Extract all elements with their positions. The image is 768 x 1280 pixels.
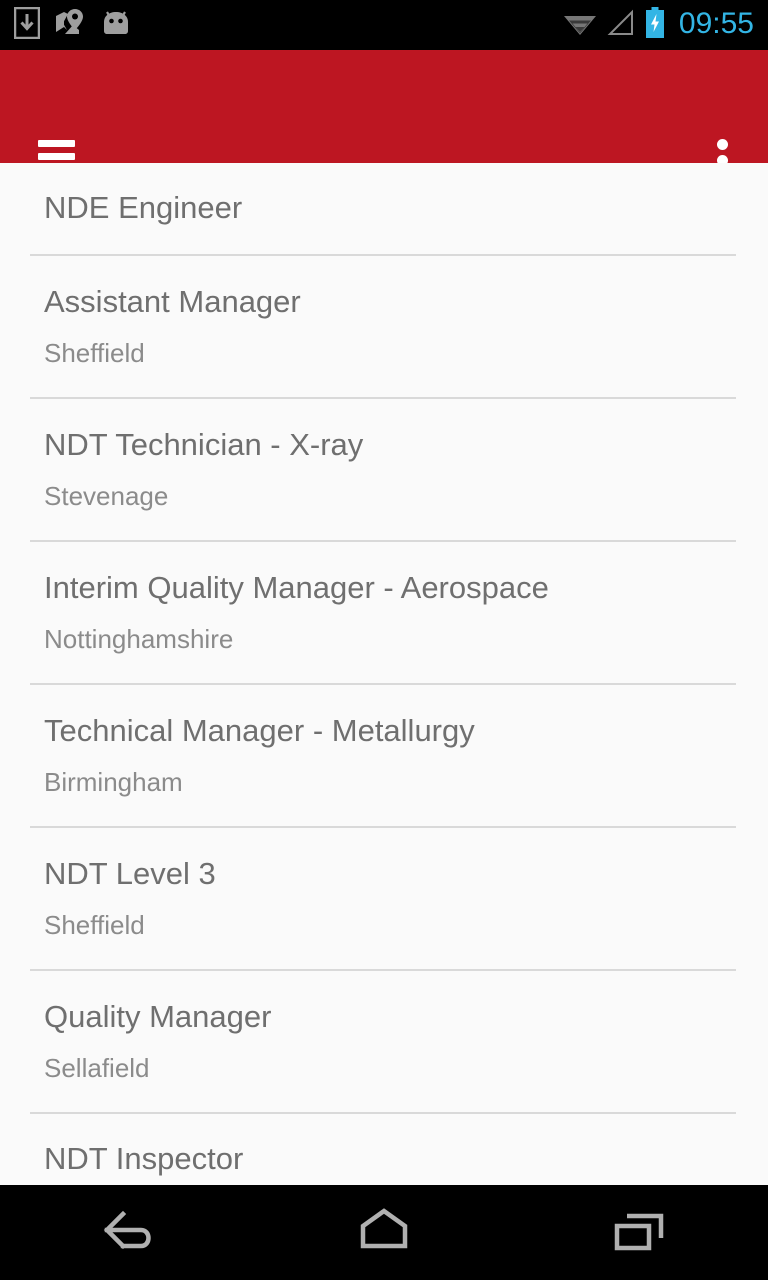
- job-title: Interim Quality Manager - Aerospace: [44, 569, 549, 605]
- overflow-dot-1: [717, 139, 728, 150]
- wifi-icon: [563, 9, 597, 42]
- home-icon: [349, 1202, 419, 1263]
- job-list-item[interactable]: NDE Engineer: [0, 163, 768, 254]
- hamburger-bar-2: [38, 153, 75, 160]
- job-title: NDE Engineer: [44, 190, 243, 226]
- back-button[interactable]: [0, 1185, 256, 1280]
- back-arrow-icon: [93, 1202, 163, 1263]
- status-bar-system-icons: 09:55: [563, 6, 754, 44]
- android-robot-icon: [100, 9, 132, 42]
- app-bar: [0, 50, 768, 182]
- job-title: Assistant Manager: [44, 283, 301, 319]
- job-location: Sheffield: [44, 338, 145, 369]
- job-location: Stevenage: [44, 481, 169, 512]
- maps-icon: [54, 7, 86, 44]
- recent-apps-icon: [605, 1202, 675, 1263]
- job-location: Birmingham: [44, 767, 183, 798]
- job-title: NDT Technician - X-ray: [44, 426, 364, 462]
- status-bar-clock: 09:55: [678, 7, 754, 40]
- job-location: Sellafield: [44, 1053, 150, 1084]
- cell-signal-icon: [607, 9, 635, 42]
- job-list-item[interactable]: NDT Technician - X-ray Stevenage: [0, 399, 768, 540]
- job-list-item[interactable]: Assistant Manager Sheffield: [0, 256, 768, 397]
- job-location: Sheffield: [44, 910, 145, 941]
- hamburger-bar-1: [38, 140, 75, 147]
- home-button[interactable]: [256, 1185, 512, 1280]
- job-list-item[interactable]: Technical Manager - Metallurgy Birmingham: [0, 685, 768, 826]
- battery-charging-icon: [645, 6, 665, 44]
- job-list[interactable]: NDE Engineer Assistant Manager Sheffield ND…: [0, 163, 768, 1185]
- status-bar-notification-icons: [13, 6, 132, 44]
- job-title: NDT Level 3: [44, 855, 216, 891]
- job-title: NDT Inspector: [44, 1141, 244, 1177]
- job-list-item[interactable]: NDT Inspector: [0, 1114, 768, 1185]
- recents-button[interactable]: [512, 1185, 768, 1280]
- job-location: Nottinghamshire: [44, 624, 234, 655]
- job-list-item[interactable]: Quality Manager Sellafield: [0, 971, 768, 1112]
- download-icon: [13, 6, 41, 44]
- job-list-item[interactable]: Interim Quality Manager - Aerospace Notti…: [0, 542, 768, 683]
- job-title: Quality Manager: [44, 998, 272, 1034]
- status-bar: 09:55: [0, 0, 768, 50]
- navigation-bar: [0, 1185, 768, 1280]
- job-title: Technical Manager - Metallurgy: [44, 712, 475, 748]
- job-list-item[interactable]: NDT Level 3 Sheffield: [0, 828, 768, 969]
- phone-screen: 09:55 NDE Engineer Assistant Manager Sheff…: [0, 0, 768, 1280]
